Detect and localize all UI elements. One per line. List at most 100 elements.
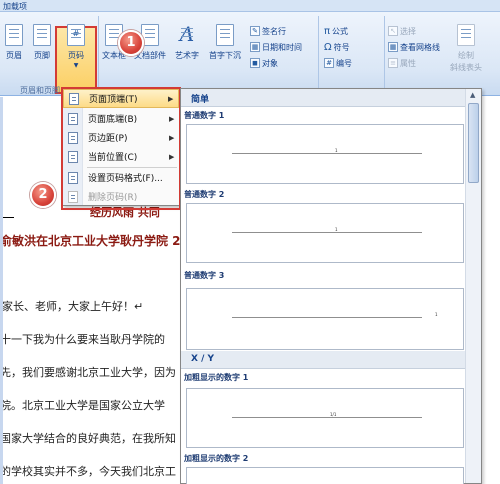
signature-line-label: 签名行 [262, 26, 286, 36]
doc-subheading: 俞敏洪在北京工业大学耿丹学院 2 [0, 234, 181, 248]
date-time-button[interactable]: ▦ 日期和时间 [250, 40, 302, 54]
dropcap-label: 首字下沉 [209, 51, 241, 60]
dropcap-icon [216, 24, 234, 46]
signature-line-button[interactable]: ✎ 签名行 [250, 24, 286, 38]
omega-icon: Ω [324, 41, 332, 53]
ribbon: 页眉 页脚 # 页码 ▼ 文本框 文档部件 A 艺术字 首字下沉 ✎ 签名行 ▦… [0, 12, 500, 96]
select-button[interactable]: ↖ 选择 [388, 24, 416, 38]
gallery-section-simple: 简单 [181, 89, 466, 107]
page-number-menu: 页面顶端(T) ▶ 页面底端(B) ▶ 页边距(P) ▶ 当前位置(C) ▶ 设… [62, 88, 180, 206]
draw-table-label: 绘制 [458, 51, 474, 60]
menu-item-remove-page-numbers[interactable]: 删除页码(R) [63, 187, 179, 206]
footer-rule [232, 153, 422, 154]
cursor-icon: ↖ [388, 26, 398, 36]
menu-item-bottom-of-page[interactable]: 页面底端(B) ▶ [63, 109, 179, 128]
header-icon [5, 24, 23, 46]
properties-label: 属性 [400, 58, 416, 68]
number-icon: # [324, 58, 334, 68]
signature-icon: ✎ [250, 26, 260, 36]
menu-item-current-position[interactable]: 当前位置(C) ▶ [63, 147, 179, 166]
gallery-item-number: 1 [335, 227, 338, 232]
scroll-up-icon[interactable]: ▲ [470, 91, 475, 99]
doc-line: 国家大学结合的良好典范，在我所知 [0, 432, 176, 445]
number-label: 编号 [336, 58, 352, 68]
gallery-item-bold-number-2[interactable] [186, 467, 464, 484]
footer-button[interactable]: 页脚 [28, 14, 56, 84]
menu-item-label: 设置页码格式(F)... [88, 174, 163, 184]
footer-rule [232, 417, 422, 418]
slash-header-label: 斜线表头 [450, 63, 482, 72]
callout-2: 2 [30, 182, 56, 208]
remove-page-number-icon [68, 190, 78, 203]
doc-line: 先，我们要感谢北京工业大学，因为 [0, 366, 176, 379]
tab-add-ins[interactable]: 加载项 [3, 1, 27, 12]
wordart-icon: A [179, 22, 195, 46]
gallery-item-plain-number-3[interactable]: 1 [186, 288, 464, 350]
draw-table-button[interactable]: 绘制 斜线表头 [446, 14, 486, 84]
doc-line: 十一下我为什么要来当耿丹学院的 [0, 333, 165, 346]
page-margin-icon [68, 131, 78, 144]
callout-1: 1 [118, 30, 144, 56]
pi-icon: π [324, 25, 331, 37]
group-separator [384, 16, 385, 90]
menu-item-label: 页面顶端(T) [89, 95, 138, 105]
grid-icon: ▦ [388, 42, 398, 52]
wordart-label: 艺术字 [175, 51, 199, 60]
page-number-button[interactable]: # 页码 ▼ [57, 14, 95, 84]
menu-item-label: 页面底端(B) [88, 115, 138, 125]
number-button[interactable]: # 编号 [324, 56, 352, 70]
object-button[interactable]: ◼ 对象 [250, 56, 278, 70]
gallery-item-label: 普通数字 3 [184, 271, 225, 280]
equation-label: 公式 [332, 26, 349, 36]
gallery-scrollbar[interactable]: ▲ [465, 89, 481, 483]
header-button[interactable]: 页眉 [0, 14, 28, 84]
page-top-icon [69, 92, 79, 105]
menu-item-page-margins[interactable]: 页边距(P) ▶ [63, 128, 179, 147]
menu-item-format-page-numbers[interactable]: 设置页码格式(F)... [63, 168, 179, 187]
equation-button[interactable]: π 公式 [324, 24, 348, 38]
gallery-item-number: 1 [435, 312, 438, 317]
dropcap-button[interactable]: 首字下沉 [205, 14, 245, 84]
doc-line: 家长、老师，大家上午好！↵ [2, 300, 144, 313]
group-separator [98, 16, 99, 90]
gallery-section-xy: X / Y [181, 351, 466, 369]
menu-item-label: 当前位置(C) [88, 153, 138, 163]
gallery-item-bold-number-1[interactable]: 1/1 [186, 388, 464, 448]
chevron-down-icon: ▼ [73, 62, 79, 69]
group-separator [318, 16, 319, 90]
menu-item-label: 删除页码(R) [88, 193, 138, 203]
object-icon: ◼ [250, 58, 260, 68]
gallery-item-plain-number-2[interactable]: 1 [186, 203, 464, 263]
header-label: 页眉 [6, 51, 22, 60]
gallery-item-label: 普通数字 1 [184, 111, 225, 120]
gallery-item-number: 1/1 [330, 412, 337, 417]
view-gridlines-label: 查看网格线 [400, 42, 440, 52]
gallery-item-label: 普通数字 2 [184, 190, 225, 199]
footer-label: 页脚 [34, 51, 50, 60]
symbol-label: 符号 [333, 42, 350, 52]
group-label-header-footer: 页眉和页脚 [20, 86, 60, 95]
ribbon-tab-bar: 加载项 [0, 0, 500, 12]
current-position-icon [68, 150, 78, 163]
page-number-label: 页码 [68, 51, 84, 60]
menu-item-label: 页边距(P) [88, 134, 128, 144]
doc-line: 的学校其实并不多，今天我们北京工 [0, 465, 176, 478]
chevron-right-icon: ▶ [169, 152, 175, 161]
gallery-item-label: 加粗显示的数字 2 [184, 454, 249, 463]
menu-item-top-of-page[interactable]: 页面顶端(T) ▶ [63, 89, 179, 108]
select-label: 选择 [400, 26, 416, 36]
chevron-right-icon: ▶ [168, 94, 174, 103]
wordart-button[interactable]: A 艺术字 [171, 14, 203, 84]
calendar-icon: ▦ [250, 42, 260, 52]
gallery-item-number: 1 [335, 148, 338, 153]
page-number-gallery: 简单 普通数字 1 1 普通数字 2 1 普通数字 3 1 X / Y 加粗显示… [180, 88, 482, 484]
object-label: 对象 [262, 58, 278, 68]
chevron-right-icon: ▶ [169, 114, 175, 123]
properties-button[interactable]: ≡ 属性 [388, 56, 416, 70]
scrollbar-thumb[interactable] [468, 103, 479, 183]
view-gridlines-button[interactable]: ▦ 查看网格线 [388, 40, 440, 54]
symbol-button[interactable]: Ω 符号 [324, 40, 350, 54]
chevron-right-icon: ▶ [169, 133, 175, 142]
vertical-ruler [0, 97, 3, 484]
gallery-item-plain-number-1[interactable]: 1 [186, 124, 464, 184]
